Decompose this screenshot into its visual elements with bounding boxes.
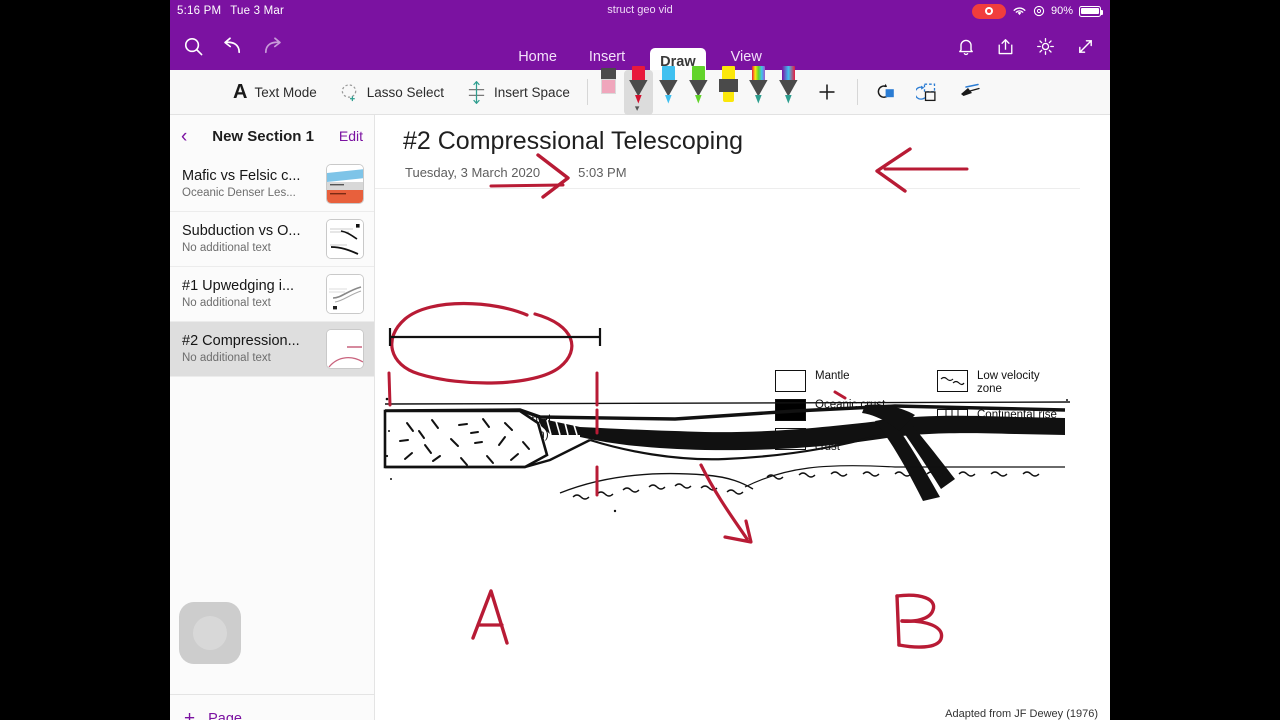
lasso-select-button[interactable]: Lasso Select (328, 70, 455, 114)
edit-button[interactable]: Edit (339, 128, 363, 144)
page-list-sidebar: ‹ New Section 1 Edit Mafic vs Felsic c..… (170, 115, 375, 720)
page-title: #2 Compression... (182, 333, 300, 349)
onenote-app-window: 5:16 PM Tue 3 Mar struct geo vid 90% Hom… (170, 0, 1110, 720)
page-subtitle: No additional text (182, 297, 271, 309)
color-picker-icon (877, 83, 894, 98)
page-thumbnail (326, 218, 364, 259)
page-title: Mafic vs Felsic c... (182, 168, 301, 184)
lasso-select-label: Lasso Select (366, 84, 445, 100)
add-page-label: Page (208, 710, 242, 720)
pen-tool-eraser[interactable] (594, 67, 623, 115)
geology-cross-section-drawing (383, 147, 1071, 649)
ink-eraser-button[interactable] (948, 70, 992, 114)
tab-home[interactable]: Home (511, 44, 564, 70)
page-title: Subduction vs O... (182, 223, 301, 239)
battery-icon (1079, 5, 1103, 17)
ink-to-shape-button[interactable] (906, 70, 948, 114)
ink-eraser-icon (960, 83, 980, 96)
text-mode-icon: A (233, 80, 248, 103)
status-date: Tue 3 Mar (230, 5, 285, 17)
assistive-touch-button[interactable] (179, 602, 241, 664)
pen-tool-rainbow[interactable] (744, 65, 773, 115)
window-title: struct geo vid (607, 4, 673, 16)
chevron-left-icon[interactable]: ‹ (181, 127, 187, 146)
page-thumbnail (326, 328, 364, 369)
note-canvas[interactable]: #2 Compressional Telescoping Tuesday, 3 … (375, 115, 1110, 720)
plus-icon: + (184, 708, 196, 720)
list-item-active[interactable]: #2 Compression... No additional text (170, 322, 374, 377)
toolbar-divider-2 (856, 79, 858, 105)
tab-insert[interactable]: Insert (582, 44, 632, 70)
pen-tool-cyan[interactable] (654, 65, 683, 115)
page-title: #1 Upwedging i... (182, 278, 295, 294)
page-subtitle: No additional text (182, 242, 271, 254)
page-thumbnail (326, 163, 364, 204)
insert-space-icon (468, 80, 485, 104)
ink-to-shape-icon (915, 83, 936, 101)
text-mode-button[interactable]: A Text Mode (222, 70, 328, 114)
ribbon-tabs: Home Insert Draw View (170, 22, 1110, 78)
list-item[interactable]: Subduction vs O... No additional text (170, 212, 374, 267)
section-title: New Section 1 (212, 127, 314, 145)
pen-palette: ▾ (594, 65, 803, 115)
wifi-icon (1013, 7, 1026, 16)
pen-tool-galaxy[interactable] (774, 65, 803, 115)
draw-toolbar: A Text Mode Lasso Select Insert Space ▾ (170, 65, 1110, 115)
toolbar-divider (586, 79, 588, 105)
add-pen-button[interactable] (803, 70, 851, 114)
red-ink-annotations (387, 147, 969, 649)
scale-bar (388, 328, 602, 346)
plus-icon (819, 84, 835, 100)
battery-percent: 90% (1050, 5, 1073, 17)
chevron-down-icon[interactable]: ▾ (635, 103, 640, 114)
pen-tool-red[interactable]: ▾ (623, 65, 653, 115)
page-subtitle: No additional text (182, 352, 271, 364)
page-subtitle: Oceanic Denser Les... (182, 187, 296, 199)
add-page-button[interactable]: + Page (170, 694, 374, 720)
status-bar-left: 5:16 PM Tue 3 Mar (170, 5, 284, 17)
diagram-black-ink (383, 397, 1071, 513)
pen-tool-highlighter-yellow[interactable] (714, 65, 743, 115)
list-item[interactable]: Mafic vs Felsic c... Oceanic Denser Les.… (170, 157, 374, 212)
app-ribbon: Home Insert Draw View (170, 22, 1110, 78)
sidebar-header: ‹ New Section 1 Edit (170, 115, 374, 157)
record-icon[interactable] (971, 3, 1006, 19)
app-body: ‹ New Section 1 Edit Mafic vs Felsic c..… (170, 115, 1110, 720)
lasso-select-icon (341, 83, 357, 101)
text-mode-label: Text Mode (254, 84, 317, 100)
ios-status-bar: 5:16 PM Tue 3 Mar struct geo vid 90% (170, 0, 1110, 22)
status-bar-right: 90% (971, 3, 1110, 19)
rotation-lock-icon (1033, 5, 1045, 17)
assistive-touch-inner (193, 616, 227, 650)
status-time: 5:16 PM (177, 5, 222, 17)
color-picker-button[interactable] (864, 70, 906, 114)
list-item[interactable]: #1 Upwedging i... No additional text (170, 267, 374, 322)
page-thumbnail (326, 273, 364, 314)
insert-space-button[interactable]: Insert Space (455, 70, 581, 114)
attribution-text: Adapted from JF Dewey (1976) (945, 708, 1098, 720)
insert-space-label: Insert Space (494, 84, 570, 100)
pen-tool-green[interactable] (684, 65, 713, 115)
